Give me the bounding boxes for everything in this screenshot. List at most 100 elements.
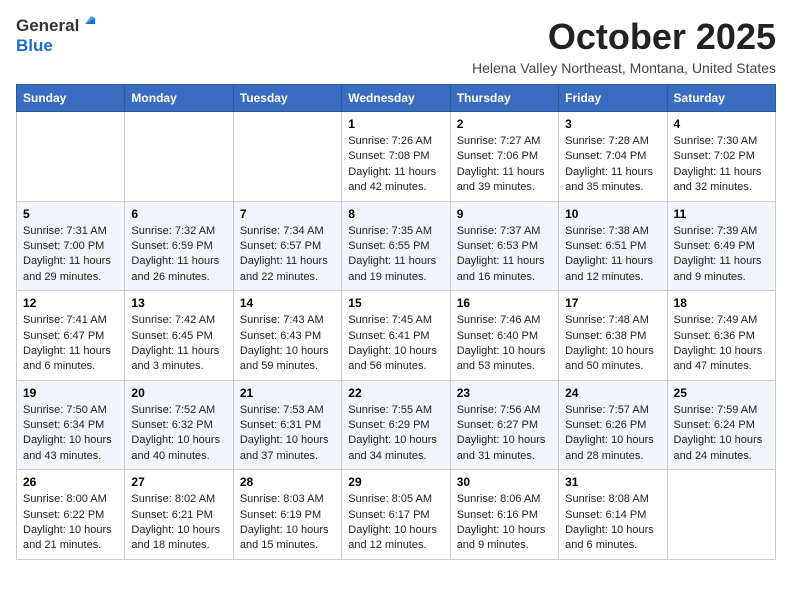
day-info: Sunrise: 7:37 AM Sunset: 6:53 PM Dayligh… bbox=[457, 224, 552, 286]
day-number: 8 bbox=[348, 207, 443, 221]
sunset-text: Sunset: 6:45 PM bbox=[131, 330, 212, 342]
day-info: Sunrise: 7:27 AM Sunset: 7:06 PM Dayligh… bbox=[457, 134, 552, 196]
day-info: Sunrise: 8:02 AM Sunset: 6:21 PM Dayligh… bbox=[131, 492, 226, 554]
table-row: 25 Sunrise: 7:59 AM Sunset: 6:24 PM Dayl… bbox=[667, 380, 775, 470]
sunrise-text: Sunrise: 7:55 AM bbox=[348, 404, 432, 416]
calendar-week-row: 26 Sunrise: 8:00 AM Sunset: 6:22 PM Dayl… bbox=[17, 470, 776, 560]
sunrise-text: Sunrise: 7:35 AM bbox=[348, 225, 432, 237]
sunrise-text: Sunrise: 7:32 AM bbox=[131, 225, 215, 237]
col-thursday: Thursday bbox=[450, 85, 558, 112]
daylight-text: Daylight: 10 hours and 28 minutes. bbox=[565, 434, 654, 461]
daylight-text: Daylight: 10 hours and 37 minutes. bbox=[240, 434, 329, 461]
sunrise-text: Sunrise: 7:45 AM bbox=[348, 314, 432, 326]
day-number: 18 bbox=[674, 296, 769, 310]
table-row: 5 Sunrise: 7:31 AM Sunset: 7:00 PM Dayli… bbox=[17, 201, 125, 291]
sunrise-text: Sunrise: 7:49 AM bbox=[674, 314, 758, 326]
sunrise-text: Sunrise: 7:48 AM bbox=[565, 314, 649, 326]
day-info: Sunrise: 7:57 AM Sunset: 6:26 PM Dayligh… bbox=[565, 403, 660, 465]
table-row bbox=[125, 112, 233, 202]
table-row: 8 Sunrise: 7:35 AM Sunset: 6:55 PM Dayli… bbox=[342, 201, 450, 291]
table-row: 7 Sunrise: 7:34 AM Sunset: 6:57 PM Dayli… bbox=[233, 201, 341, 291]
sunset-text: Sunset: 6:43 PM bbox=[240, 330, 321, 342]
col-saturday: Saturday bbox=[667, 85, 775, 112]
table-row: 17 Sunrise: 7:48 AM Sunset: 6:38 PM Dayl… bbox=[559, 291, 667, 381]
daylight-text: Daylight: 10 hours and 21 minutes. bbox=[23, 524, 112, 551]
sunrise-text: Sunrise: 7:39 AM bbox=[674, 225, 758, 237]
calendar-week-row: 5 Sunrise: 7:31 AM Sunset: 7:00 PM Dayli… bbox=[17, 201, 776, 291]
table-row: 31 Sunrise: 8:08 AM Sunset: 6:14 PM Dayl… bbox=[559, 470, 667, 560]
daylight-text: Daylight: 11 hours and 9 minutes. bbox=[674, 255, 762, 282]
sunset-text: Sunset: 6:38 PM bbox=[565, 330, 646, 342]
day-info: Sunrise: 7:34 AM Sunset: 6:57 PM Dayligh… bbox=[240, 224, 335, 286]
day-number: 13 bbox=[131, 296, 226, 310]
day-number: 5 bbox=[23, 207, 118, 221]
table-row: 6 Sunrise: 7:32 AM Sunset: 6:59 PM Dayli… bbox=[125, 201, 233, 291]
day-number: 25 bbox=[674, 386, 769, 400]
day-info: Sunrise: 8:08 AM Sunset: 6:14 PM Dayligh… bbox=[565, 492, 660, 554]
day-info: Sunrise: 7:38 AM Sunset: 6:51 PM Dayligh… bbox=[565, 224, 660, 286]
table-row bbox=[667, 470, 775, 560]
day-info: Sunrise: 7:56 AM Sunset: 6:27 PM Dayligh… bbox=[457, 403, 552, 465]
table-row: 30 Sunrise: 8:06 AM Sunset: 6:16 PM Dayl… bbox=[450, 470, 558, 560]
daylight-text: Daylight: 10 hours and 50 minutes. bbox=[565, 345, 654, 372]
day-info: Sunrise: 7:55 AM Sunset: 6:29 PM Dayligh… bbox=[348, 403, 443, 465]
sunset-text: Sunset: 7:04 PM bbox=[565, 150, 646, 162]
daylight-text: Daylight: 11 hours and 26 minutes. bbox=[131, 255, 219, 282]
daylight-text: Daylight: 11 hours and 35 minutes. bbox=[565, 166, 653, 193]
col-tuesday: Tuesday bbox=[233, 85, 341, 112]
daylight-text: Daylight: 10 hours and 9 minutes. bbox=[457, 524, 546, 551]
table-row: 12 Sunrise: 7:41 AM Sunset: 6:47 PM Dayl… bbox=[17, 291, 125, 381]
table-row: 10 Sunrise: 7:38 AM Sunset: 6:51 PM Dayl… bbox=[559, 201, 667, 291]
table-row: 2 Sunrise: 7:27 AM Sunset: 7:06 PM Dayli… bbox=[450, 112, 558, 202]
sunset-text: Sunset: 6:57 PM bbox=[240, 240, 321, 252]
daylight-text: Daylight: 11 hours and 6 minutes. bbox=[23, 345, 111, 372]
sunset-text: Sunset: 6:55 PM bbox=[348, 240, 429, 252]
table-row: 28 Sunrise: 8:03 AM Sunset: 6:19 PM Dayl… bbox=[233, 470, 341, 560]
table-row: 4 Sunrise: 7:30 AM Sunset: 7:02 PM Dayli… bbox=[667, 112, 775, 202]
table-row: 19 Sunrise: 7:50 AM Sunset: 6:34 PM Dayl… bbox=[17, 380, 125, 470]
sunrise-text: Sunrise: 7:34 AM bbox=[240, 225, 324, 237]
day-info: Sunrise: 7:43 AM Sunset: 6:43 PM Dayligh… bbox=[240, 313, 335, 375]
day-info: Sunrise: 7:41 AM Sunset: 6:47 PM Dayligh… bbox=[23, 313, 118, 375]
day-number: 1 bbox=[348, 117, 443, 131]
page-header: General Blue October 2025 Helena Valley … bbox=[16, 16, 776, 76]
day-number: 16 bbox=[457, 296, 552, 310]
day-number: 23 bbox=[457, 386, 552, 400]
day-number: 10 bbox=[565, 207, 660, 221]
sunrise-text: Sunrise: 7:50 AM bbox=[23, 404, 107, 416]
sunrise-text: Sunrise: 8:08 AM bbox=[565, 493, 649, 505]
sunset-text: Sunset: 7:08 PM bbox=[348, 150, 429, 162]
sunset-text: Sunset: 6:49 PM bbox=[674, 240, 755, 252]
logo-blue-text: Blue bbox=[16, 36, 53, 56]
sunset-text: Sunset: 6:24 PM bbox=[674, 419, 755, 431]
daylight-text: Daylight: 10 hours and 40 minutes. bbox=[131, 434, 220, 461]
sunrise-text: Sunrise: 8:02 AM bbox=[131, 493, 215, 505]
sunset-text: Sunset: 6:19 PM bbox=[240, 509, 321, 521]
table-row: 24 Sunrise: 7:57 AM Sunset: 6:26 PM Dayl… bbox=[559, 380, 667, 470]
col-sunday: Sunday bbox=[17, 85, 125, 112]
day-info: Sunrise: 7:53 AM Sunset: 6:31 PM Dayligh… bbox=[240, 403, 335, 465]
day-info: Sunrise: 7:42 AM Sunset: 6:45 PM Dayligh… bbox=[131, 313, 226, 375]
table-row: 22 Sunrise: 7:55 AM Sunset: 6:29 PM Dayl… bbox=[342, 380, 450, 470]
sunrise-text: Sunrise: 8:05 AM bbox=[348, 493, 432, 505]
day-number: 17 bbox=[565, 296, 660, 310]
calendar-table: Sunday Monday Tuesday Wednesday Thursday… bbox=[16, 84, 776, 560]
sunset-text: Sunset: 6:47 PM bbox=[23, 330, 104, 342]
logo: General Blue bbox=[16, 16, 79, 56]
day-number: 2 bbox=[457, 117, 552, 131]
month-title: October 2025 bbox=[472, 16, 776, 58]
day-number: 26 bbox=[23, 475, 118, 489]
sunset-text: Sunset: 7:02 PM bbox=[674, 150, 755, 162]
sunrise-text: Sunrise: 8:03 AM bbox=[240, 493, 324, 505]
daylight-text: Daylight: 11 hours and 19 minutes. bbox=[348, 255, 436, 282]
sunset-text: Sunset: 6:27 PM bbox=[457, 419, 538, 431]
sunset-text: Sunset: 7:00 PM bbox=[23, 240, 104, 252]
day-info: Sunrise: 7:35 AM Sunset: 6:55 PM Dayligh… bbox=[348, 224, 443, 286]
daylight-text: Daylight: 10 hours and 47 minutes. bbox=[674, 345, 763, 372]
sunset-text: Sunset: 6:26 PM bbox=[565, 419, 646, 431]
daylight-text: Daylight: 10 hours and 24 minutes. bbox=[674, 434, 763, 461]
table-row: 3 Sunrise: 7:28 AM Sunset: 7:04 PM Dayli… bbox=[559, 112, 667, 202]
sunset-text: Sunset: 6:21 PM bbox=[131, 509, 212, 521]
table-row: 21 Sunrise: 7:53 AM Sunset: 6:31 PM Dayl… bbox=[233, 380, 341, 470]
day-number: 7 bbox=[240, 207, 335, 221]
